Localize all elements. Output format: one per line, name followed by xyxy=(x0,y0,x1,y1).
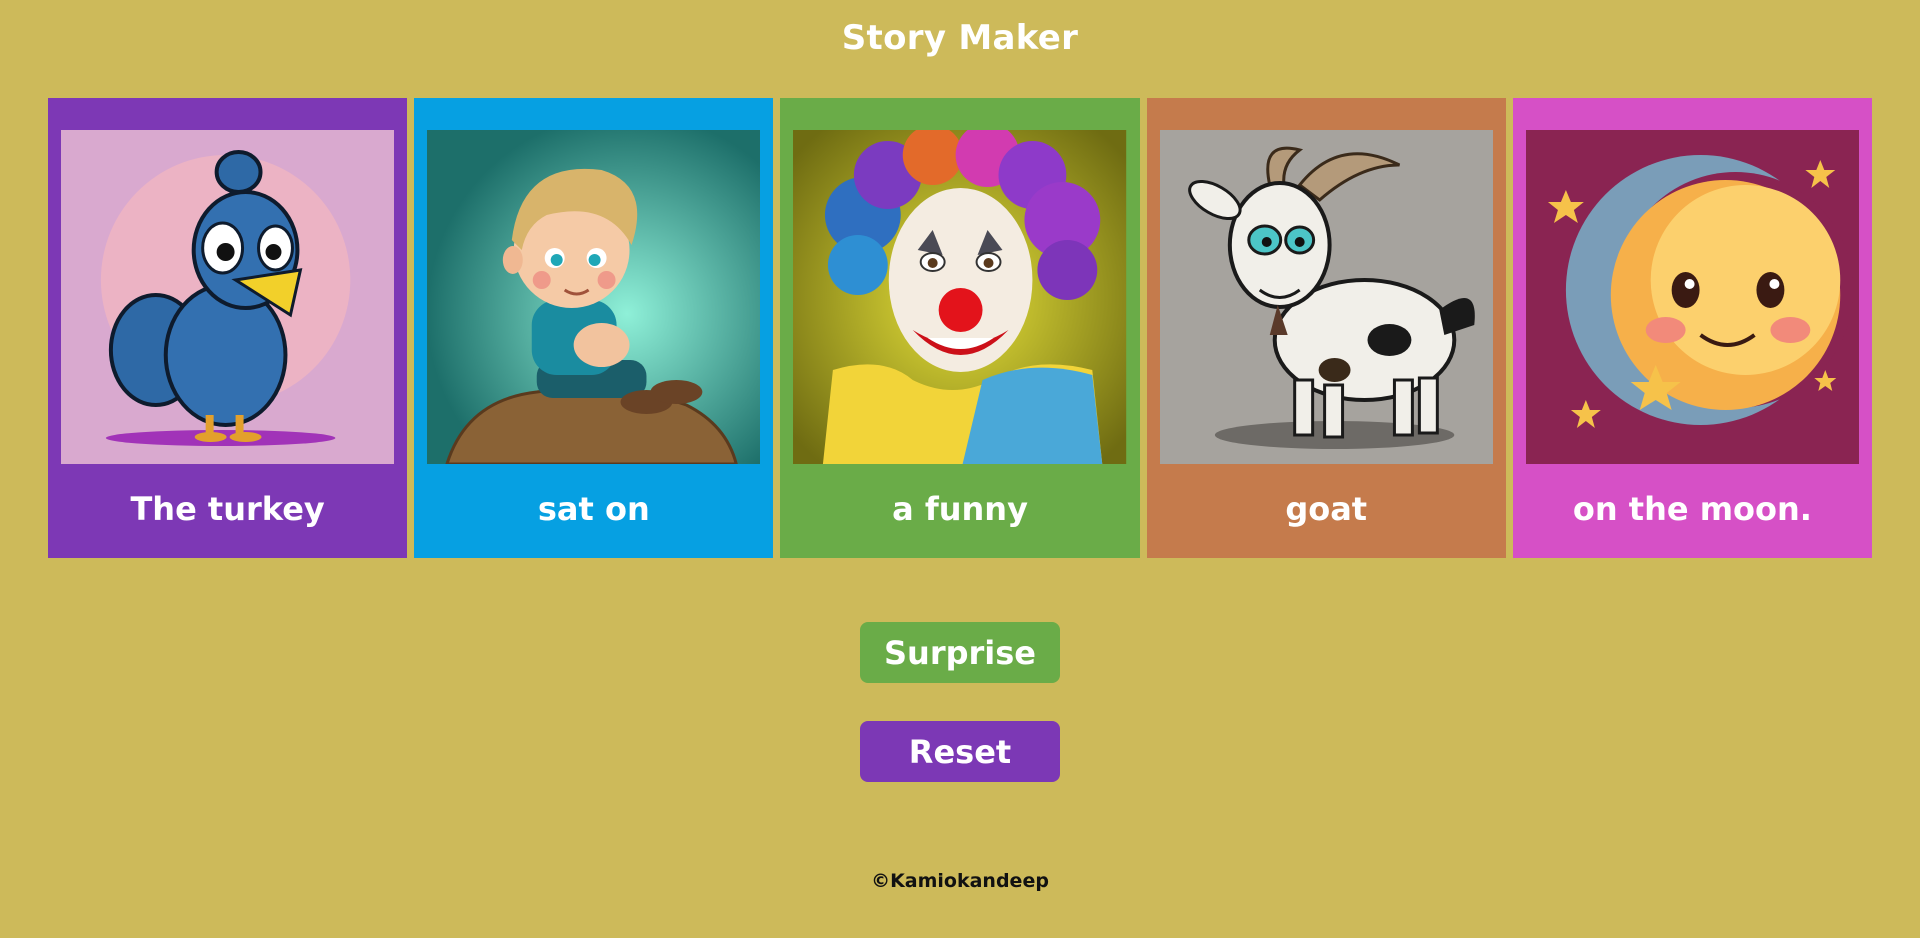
clown-image xyxy=(793,130,1127,464)
turkey-image xyxy=(61,130,395,464)
page-title: Story Maker xyxy=(841,18,1079,58)
card-label: The turkey xyxy=(130,490,325,528)
reset-button[interactable]: Reset xyxy=(860,721,1060,782)
card-label: on the moon. xyxy=(1572,490,1812,528)
moon-image xyxy=(1525,130,1860,464)
card-verb[interactable]: sat on xyxy=(414,98,774,558)
goat-image xyxy=(1159,130,1493,464)
card-label: goat xyxy=(1285,490,1368,528)
card-noun[interactable]: goat xyxy=(1146,98,1506,558)
boy-image xyxy=(427,130,761,464)
surprise-button[interactable]: Surprise xyxy=(860,622,1060,683)
copyright-footer: ©Kamiokandeep xyxy=(871,870,1049,892)
card-label: sat on xyxy=(537,490,650,528)
story-cards: The turkey sat on a funny goat on the mo… xyxy=(48,98,1873,558)
card-subject[interactable]: The turkey xyxy=(48,98,408,558)
card-label: a funny xyxy=(892,490,1028,528)
card-adjective[interactable]: a funny xyxy=(780,98,1140,558)
card-place[interactable]: on the moon. xyxy=(1512,98,1873,558)
